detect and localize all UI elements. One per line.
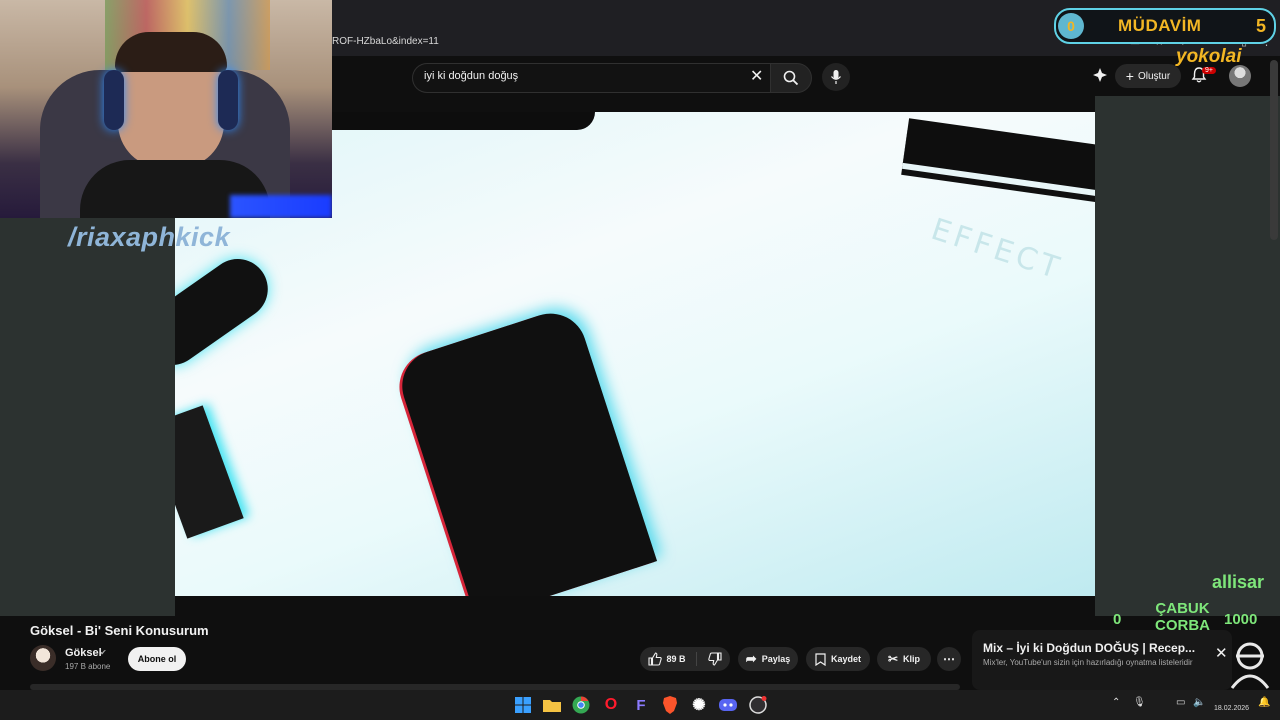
overlay-yokolai-text: yokolai <box>1176 46 1242 67</box>
subscribe-button[interactable]: Abone ol <box>128 647 186 671</box>
like-button[interactable]: 89 B <box>648 652 697 666</box>
chrome-icon[interactable] <box>571 695 591 715</box>
kick-handle-text: /riaxaphkick <box>68 222 231 252</box>
video-frame-shape <box>392 304 658 596</box>
brave-icon[interactable] <box>660 695 680 715</box>
more-dots-icon: ⋯ <box>943 652 955 666</box>
coin-icon: 0 <box>1058 13 1084 39</box>
file-explorer-icon[interactable] <box>542 695 562 715</box>
video-frame-shape <box>175 247 280 377</box>
dislike-button[interactable] <box>702 652 722 666</box>
tray-date[interactable]: 18.02.2026 <box>1214 705 1249 712</box>
address-bar-url[interactable]: ROF-HZbaLo&index=11 <box>332 36 439 47</box>
voice-search-button[interactable] <box>822 63 850 91</box>
share-arrow-icon: ➦ <box>745 651 757 666</box>
page-scrollbar[interactable] <box>1270 60 1278 240</box>
tray-microphone-icon[interactable]: 🎙 <box>1133 697 1146 708</box>
verified-check-icon: ✔ <box>100 648 107 657</box>
mudavim-count: 5 <box>1255 15 1266 36</box>
mudavim-badge: 0 MÜDAVİM 5 <box>1054 8 1276 44</box>
tray-volume-icon[interactable]: 🔈 <box>1193 697 1205 708</box>
bookmark-icon <box>815 652 826 666</box>
save-button[interactable]: Kaydet <box>806 647 870 671</box>
tray-notifications-icon[interactable]: 🔔 <box>1258 697 1270 708</box>
corba-title: ÇABUK ÇORBA <box>1155 600 1210 634</box>
mix-subtitle: Mix'ler, YouTube'un sizin için hazırladı… <box>983 658 1193 667</box>
more-actions-button[interactable]: ⋯ <box>937 647 961 671</box>
microphone-icon <box>831 70 841 84</box>
save-label: Kaydet <box>830 654 861 664</box>
corba-count: 0 <box>1113 611 1122 628</box>
obs-icon[interactable] <box>748 695 768 715</box>
secondary-panel-background <box>1095 96 1280 616</box>
search-button[interactable] <box>770 63 812 93</box>
windows-start-icon[interactable] <box>513 695 533 715</box>
share-label: Paylaş <box>761 654 791 664</box>
webcam-led-strip <box>230 195 332 218</box>
create-button[interactable]: + Oluştur <box>1115 64 1181 88</box>
streamer-webcam <box>0 0 332 218</box>
subscriber-count: 197 B abone <box>65 662 111 671</box>
notification-count-badge: 9+ <box>1202 67 1216 74</box>
video-frame-shape <box>175 405 244 539</box>
mascot-logo-icon <box>1230 642 1270 689</box>
mudavim-title: MÜDAVİM <box>1118 16 1202 35</box>
webcam-headphones <box>218 70 238 130</box>
clip-label: Klip <box>903 654 921 664</box>
thumbs-down-icon <box>707 652 722 666</box>
account-avatar[interactable] <box>1229 65 1251 87</box>
mix-title[interactable]: Mix – İyi ki Doğdun DOĞUŞ | Recep... <box>983 641 1211 655</box>
search-icon <box>783 70 799 86</box>
tray-chevron-up-icon[interactable]: ⌃ <box>1112 697 1120 708</box>
chatgpt-icon[interactable]: ✺ <box>689 695 709 715</box>
channel-name[interactable]: Göksel <box>65 647 102 659</box>
plus-icon: + <box>1125 68 1134 84</box>
corba-amount: 1000 <box>1224 611 1258 628</box>
like-count: 89 B <box>666 654 686 664</box>
share-button[interactable]: ➦ Paylaş <box>738 647 798 671</box>
opera-icon[interactable]: O <box>601 695 621 715</box>
webcam-hair <box>115 32 227 72</box>
discord-icon[interactable] <box>718 695 738 715</box>
channel-avatar[interactable] <box>30 645 56 671</box>
clip-button[interactable]: ✂ Klip <box>877 647 931 671</box>
video-frame-shape <box>902 118 1095 191</box>
app-f-icon[interactable]: F <box>631 695 651 715</box>
video-frame-text: EFFECT <box>927 211 1068 288</box>
search-query-text[interactable]: iyi ki doğdun doğuş <box>424 70 518 82</box>
thumbs-up-icon <box>648 652 663 666</box>
overlay-allisar-text: allisar <box>1212 572 1265 592</box>
tray-network-icon[interactable]: ▭ <box>1176 697 1185 708</box>
create-label: Oluştur <box>1137 70 1171 82</box>
scissors-icon: ✂ <box>887 652 899 666</box>
stream-side-panel <box>0 218 175 616</box>
clear-search-icon[interactable]: ✕ <box>750 66 763 86</box>
like-dislike-group: 89 B <box>640 647 730 671</box>
video-title: Göksel - Bi' Seni Konusurum <box>30 623 209 638</box>
corba-title-line: ÇABUK <box>1155 600 1210 617</box>
webcam-headphones <box>104 70 124 130</box>
ai-sparkle-icon[interactable] <box>1092 67 1108 88</box>
